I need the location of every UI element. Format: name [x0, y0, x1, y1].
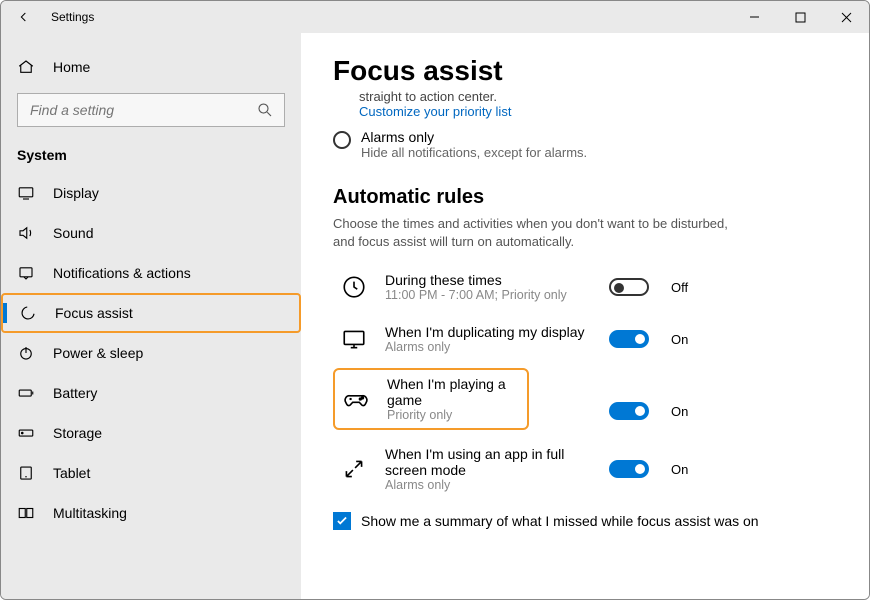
tablet-icon	[17, 464, 35, 482]
rule-toggle[interactable]	[609, 278, 649, 296]
rule-playing-game[interactable]: When I'm playing a game Priority only	[333, 368, 529, 430]
back-button[interactable]	[1, 1, 47, 33]
sidebar-item-battery[interactable]: Battery	[1, 373, 301, 413]
search-input[interactable]	[17, 93, 285, 127]
radio-description: Hide all notifications, except for alarm…	[361, 145, 587, 160]
home-icon	[17, 58, 35, 76]
page-title: Focus assist	[333, 55, 837, 87]
automatic-rules-heading: Automatic rules	[333, 186, 837, 209]
focus-assist-icon	[19, 304, 37, 322]
rule-fullscreen-app[interactable]: When I'm using an app in full screen mod…	[333, 440, 837, 498]
rule-state: On	[671, 462, 688, 477]
rule-toggle[interactable]	[609, 330, 649, 348]
minimize-button[interactable]	[731, 1, 777, 33]
radio-label: Alarms only	[361, 129, 587, 145]
radio-icon	[333, 131, 351, 149]
display-icon	[17, 184, 35, 202]
sidebar-item-label: Tablet	[53, 465, 90, 481]
notifications-icon	[17, 264, 35, 282]
monitor-icon	[337, 322, 371, 356]
rule-subtitle: Priority only	[387, 408, 517, 422]
sidebar-item-multitasking[interactable]: Multitasking	[1, 493, 301, 533]
rule-duplicating-display[interactable]: When I'm duplicating my display Alarms o…	[333, 316, 837, 362]
power-icon	[17, 344, 35, 362]
customize-priority-link[interactable]: Customize your priority list	[359, 104, 837, 119]
sidebar-section-system: System	[1, 141, 301, 173]
sidebar-item-label: Sound	[53, 225, 93, 241]
rule-state: On	[671, 404, 688, 419]
rule-title: When I'm duplicating my display	[385, 324, 595, 340]
rule-subtitle: Alarms only	[385, 478, 595, 492]
sidebar-item-tablet[interactable]: Tablet	[1, 453, 301, 493]
rule-subtitle: Alarms only	[385, 340, 595, 354]
alarms-only-radio[interactable]: Alarms only Hide all notifications, exce…	[333, 129, 837, 160]
rule-during-times[interactable]: During these times 11:00 PM - 7:00 AM; P…	[333, 264, 837, 310]
rule-title: When I'm playing a game	[387, 376, 517, 408]
sidebar-item-notifications[interactable]: Notifications & actions	[1, 253, 301, 293]
multitasking-icon	[17, 504, 35, 522]
truncated-snippet: straight to action center.	[359, 89, 837, 104]
main-content: Focus assist straight to action center. …	[301, 33, 869, 599]
sidebar-item-display[interactable]: Display	[1, 173, 301, 213]
sidebar-item-sound[interactable]: Sound	[1, 213, 301, 253]
sidebar-item-label: Home	[53, 59, 90, 75]
gamepad-icon	[339, 382, 373, 416]
sidebar-item-label: Storage	[53, 425, 102, 441]
sidebar-item-home[interactable]: Home	[1, 47, 301, 87]
sidebar-item-label: Power & sleep	[53, 345, 143, 361]
sidebar-item-storage[interactable]: Storage	[1, 413, 301, 453]
sidebar-item-label: Battery	[53, 385, 97, 401]
sidebar-item-power[interactable]: Power & sleep	[1, 333, 301, 373]
fullscreen-icon	[337, 452, 371, 486]
sidebar-item-focus-assist[interactable]: Focus assist	[1, 293, 301, 333]
sidebar: Home System Display Sound	[1, 33, 301, 599]
sound-icon	[17, 224, 35, 242]
sidebar-item-label: Notifications & actions	[53, 265, 191, 281]
titlebar: Settings	[1, 1, 869, 33]
automatic-rules-description: Choose the times and activities when you…	[333, 215, 753, 250]
search-field[interactable]	[28, 101, 256, 119]
search-icon	[256, 101, 274, 119]
checkbox-label: Show me a summary of what I missed while…	[361, 513, 759, 529]
summary-checkbox[interactable]: Show me a summary of what I missed while…	[333, 512, 837, 530]
rule-state: Off	[671, 280, 688, 295]
clock-icon	[337, 270, 371, 304]
sidebar-item-label: Display	[53, 185, 99, 201]
close-button[interactable]	[823, 1, 869, 33]
sidebar-item-label: Focus assist	[55, 305, 133, 321]
rule-toggle-game[interactable]	[609, 402, 649, 420]
battery-icon	[17, 384, 35, 402]
rule-title: When I'm using an app in full screen mod…	[385, 446, 595, 478]
maximize-button[interactable]	[777, 1, 823, 33]
rule-title: During these times	[385, 272, 595, 288]
window-title: Settings	[51, 10, 731, 24]
sidebar-item-label: Multitasking	[53, 505, 127, 521]
rule-state: On	[671, 332, 688, 347]
checkbox-icon	[333, 512, 351, 530]
storage-icon	[17, 424, 35, 442]
rule-toggle[interactable]	[609, 460, 649, 478]
rule-subtitle: 11:00 PM - 7:00 AM; Priority only	[385, 288, 595, 302]
